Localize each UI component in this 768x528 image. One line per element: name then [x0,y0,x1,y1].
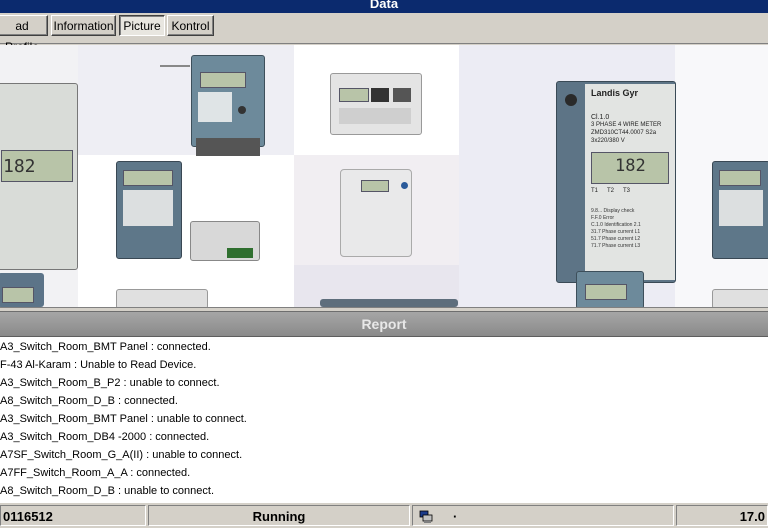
meter-image [330,73,422,135]
meter-label [339,108,411,124]
tab-picture[interactable]: Picture [119,15,165,36]
meter-label [123,190,173,226]
meter-class: Cl.1.0 [591,114,610,121]
meter-tariff: T2 [607,188,615,194]
report-line: A8_Switch_Room_D_B : unable to connect. [0,485,215,497]
report-line: A3_Switch_Room_BMT Panel : connected. [0,341,211,353]
report-line: A7SF_Switch_Room_G_A(II) : unable to con… [0,449,243,461]
network-computer-icon [419,509,433,523]
meter-image [116,161,182,259]
meter-lcd [2,287,34,303]
probe-cable [160,65,190,67]
terminal-block [227,248,253,258]
meter-code: C.1.0 Identification 2.1 [591,222,641,228]
tab-kontrol[interactable]: Kontrol [167,15,214,36]
meter-model: ZMD310CT44.0007 S2a [591,130,657,136]
meter-image [191,55,265,156]
status-device-id: 0116512 [0,505,146,526]
meter-lcd [339,88,369,102]
meter-tariff: T1 [591,188,599,194]
status-connection: · [412,505,674,526]
status-indicator: · [453,509,458,524]
meter-image: Landis Gyr Cl.1.0 3 PHASE 4 WIRE METER Z… [556,81,676,283]
report-line: A3_Switch_Room_DB4 -2000 : connected. [0,431,210,443]
terminal-block [196,138,260,156]
meter-image [576,271,644,307]
meter-code: 51.7 Phase current L2 [591,236,641,242]
report-log[interactable]: A3_Switch_Room_BMT Panel : connected. F-… [0,337,768,502]
report-header: Report [0,311,768,337]
report-line: A3_Switch_Room_BMT Panel : unable to con… [0,413,247,425]
meter-label [198,92,232,122]
meter-image [712,289,768,307]
tab-load-profile[interactable]: ad Profile [0,15,48,54]
meter-image [320,299,458,307]
meter-image [712,161,768,259]
meter-faceplate: Landis Gyr Cl.1.0 3 PHASE 4 WIRE METER Z… [585,84,675,280]
meter-lcd [200,72,246,88]
meter-code: F.F.0 Error [591,215,615,221]
status-state: Running [148,505,410,526]
meter-lcd [719,170,761,186]
meter-button [401,182,408,189]
meter-lcd [361,180,389,192]
meter-phase-text: 3 PHASE 4 WIRE METER [591,122,662,128]
report-line: A3_Switch_Room_B_P2 : unable to connect. [0,377,220,389]
meter-brand: Landis Gyr [591,88,639,98]
meter-image [116,289,208,307]
status-bar: 0116512 Running · 17.0 [0,502,768,528]
tab-bar: ad Profile Information Picture Kontrol [0,13,768,54]
meter-label [393,88,411,102]
meter-label [371,88,389,102]
meter-display-value: 182 [3,156,36,177]
meter-display-value: 182 [615,156,646,176]
meter-code: 31.7 Phase current L1 [591,229,641,235]
meter-voltage: 3x220/380 V [591,138,625,144]
meter-button [238,106,246,114]
meter-code: 71.7 Phase current L3 [591,243,641,249]
meter-label [719,190,763,226]
meter-image [0,273,44,307]
report-line: A7FF_Switch_Room_A_A : connected. [0,467,191,479]
report-line: F-43 Al-Karam : Unable to Read Device. [0,359,197,371]
tab-information[interactable]: Information [51,15,116,36]
meter-screw [565,94,577,106]
meter-lcd [123,170,173,186]
meter-tariff: T3 [623,188,631,194]
picture-tile [78,155,294,265]
status-version: 17.0 [676,505,768,526]
meter-picture-collage: 182 Landis Gyr Cl.1.0 3 PHASE 4 WIRE MET… [0,45,768,308]
report-line: A8_Switch_Room_D_B : connected. [0,395,178,407]
meter-lcd [585,284,627,300]
meter-image: 182 [0,83,78,270]
meter-image [340,169,412,257]
meter-code: 9.8... Display check [591,208,635,214]
window-title: Data [0,0,768,13]
meter-image [190,221,260,261]
